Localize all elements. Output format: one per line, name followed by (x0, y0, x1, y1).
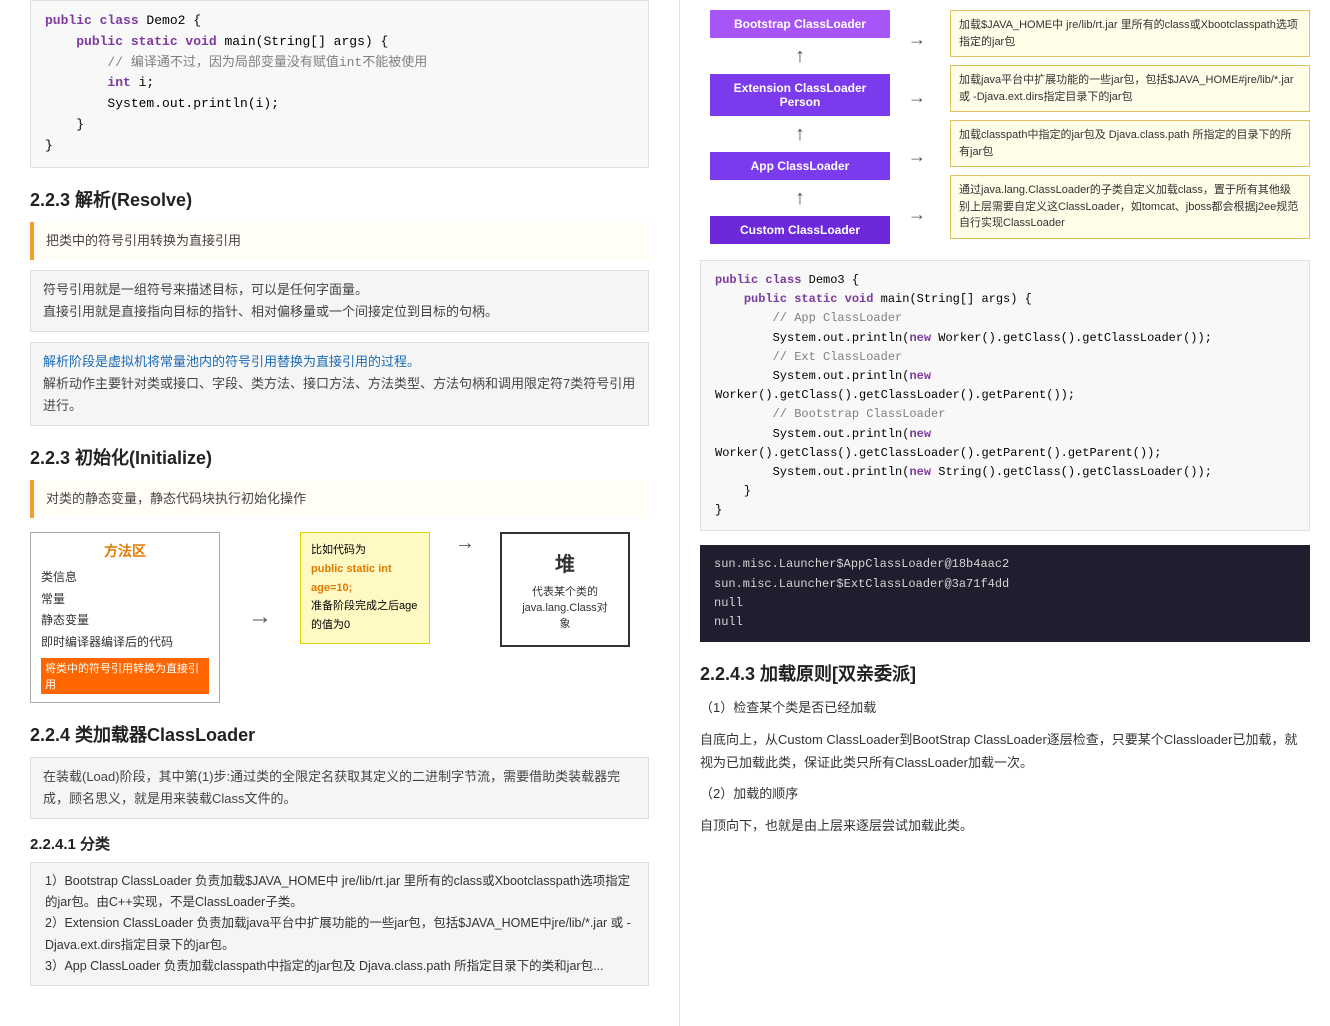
yellow-sticky: 比如代码为 public static int age=10; 准备阶段完成之后… (300, 532, 430, 643)
classloader-descriptions: 加载$JAVA_HOME中 jre/lib/rt.jar 里所有的class或X… (934, 10, 1310, 244)
arrow-up-2: ↑ (795, 124, 805, 144)
bootstrap-classloader-box: Bootstrap ClassLoader (710, 10, 890, 38)
desc-custom: 通过java.lang.ClassLoader的子类自定义加载class，置于所… (950, 175, 1310, 239)
app-classloader-box: App ClassLoader (710, 152, 890, 180)
init-diagram: 方法区 类信息常量静态变量即时编译器编译后的代码 将类中的符号引用转换为直接引用… (30, 532, 649, 702)
section-224-title: 2.2.4 类加载器ClassLoader (30, 721, 649, 747)
section-223-init-desc: 对类的静态变量，静态代码块执行初始化操作 (30, 480, 649, 518)
custom-classloader-box: Custom ClassLoader (710, 216, 890, 244)
step1-title: （1）检查某个类是否已经加载 (700, 696, 1310, 719)
method-area-title: 方法区 (41, 541, 209, 561)
classloader-list: 1）Bootstrap ClassLoader 负责加载$JAVA_HOME中 … (30, 862, 649, 986)
left-panel: public class Demo2 { public static void … (0, 0, 680, 1026)
method-area-items: 类信息常量静态变量即时编译器编译后的代码 (41, 567, 209, 653)
section-223-box1: 符号引用就是一组符号来描述目标，可以是任何字面量。 直接引用就是直接指向目标的指… (30, 270, 649, 332)
arrow-up-3: ↑ (795, 188, 805, 208)
code-block-demo3: public class Demo3 { public static void … (700, 260, 1310, 531)
classloader-boxes: Bootstrap ClassLoader ↑ Extension ClassL… (700, 10, 900, 244)
section-223-title: 2.2.3 解析(Resolve) (30, 186, 649, 212)
desc-app: 加载classpath中指定的jar包及 Djava.class.path 所指… (950, 120, 1310, 167)
desc-bootstrap: 加载$JAVA_HOME中 jre/lib/rt.jar 里所有的class或X… (950, 10, 1310, 57)
code-block-demo2: public class Demo2 { public static void … (30, 0, 649, 168)
section-2243-title: 2.2.4.3 加载原则[双亲委派] (700, 660, 1310, 686)
method-area-footer: 将类中的符号引用转换为直接引用 (41, 658, 209, 694)
desc-extension: 加载java平台中扩展功能的一些jar包，包括$JAVA_HOME#jre/li… (950, 65, 1310, 112)
section-224-infobox: 在装载(Load)阶段，其中第(1)步:通过类的全限定名获取其定义的二进制字节流… (30, 757, 649, 819)
step1-desc: 自底向上，从Custom ClassLoader到BootStrap Class… (700, 728, 1310, 775)
section-223-init-title: 2.2.3 初始化(Initialize) (30, 444, 649, 470)
section-223-infobox: 把类中的符号引用转换为直接引用 (30, 222, 649, 260)
arrow2-icon: → (450, 532, 480, 555)
heap-box: 堆 代表某个类的 java.lang.Class对象 (500, 532, 630, 647)
section-223-box2: 解析阶段是虚拟机将常量池内的符号引用替换为直接引用的过程。 解析动作主要针对类或… (30, 342, 649, 426)
classloader-diagram: Bootstrap ClassLoader ↑ Extension ClassL… (700, 10, 1310, 244)
output-block: sun.misc.Launcher$AppClassLoader@18b4aac… (700, 545, 1310, 642)
arrow-icon: → (248, 603, 272, 631)
step2-title: （2）加载的顺序 (700, 782, 1310, 805)
step2-desc: 自顶向下，也就是由上层来逐层尝试加载此类。 (700, 814, 1310, 837)
section-2241-title: 2.2.4.1 分类 (30, 833, 649, 854)
arrow-up-1: ↑ (795, 46, 805, 66)
method-area-box: 方法区 类信息常量静态变量即时编译器编译后的代码 将类中的符号引用转换为直接引用 (30, 532, 220, 702)
right-panel: Bootstrap ClassLoader ↑ Extension ClassL… (680, 0, 1330, 1026)
extension-classloader-box: Extension ClassLoader Person (710, 74, 890, 116)
